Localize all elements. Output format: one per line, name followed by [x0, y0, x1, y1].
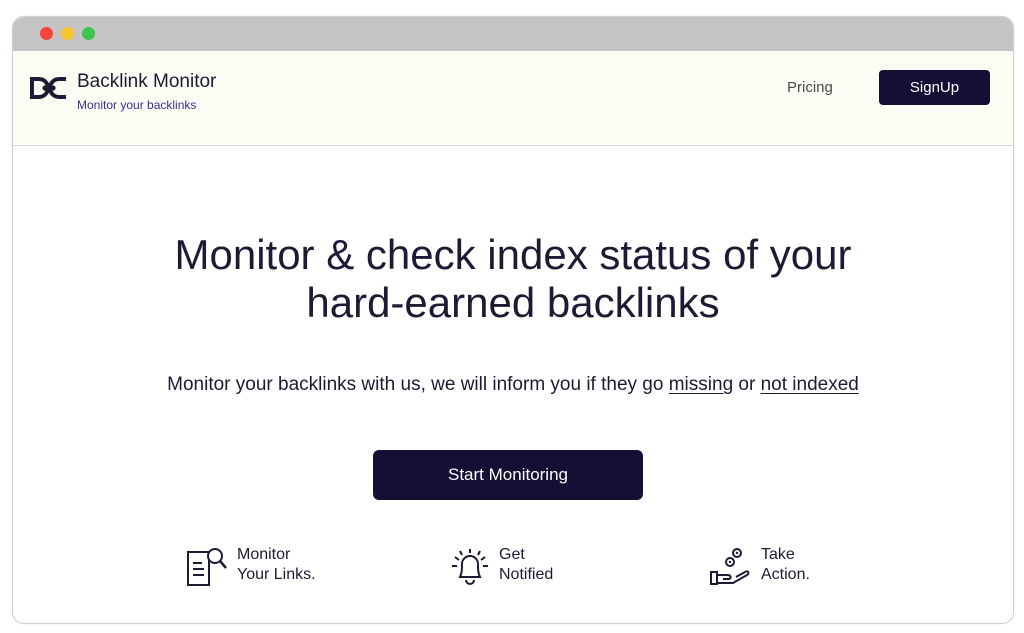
window-titlebar [13, 17, 1013, 51]
hero-title-line: hard-earned backlinks [306, 279, 720, 326]
feature-label: Get Notified [499, 545, 553, 585]
feature-label-line: Your Links. [237, 566, 316, 583]
feature-label: Monitor Your Links. [237, 545, 316, 585]
hero-title-line: Monitor & check index status of your [174, 231, 852, 278]
browser-window: Backlink Monitor Monitor your backlinks … [12, 16, 1014, 624]
feature-label-line: Get [499, 546, 525, 563]
maximize-window-button[interactable] [82, 27, 95, 40]
signup-button[interactable]: SignUp [879, 70, 990, 105]
feature-label-line: Take [761, 546, 795, 563]
chain-link-logo-icon[interactable] [30, 76, 68, 100]
subtitle-text: Monitor your backlinks with us, we will … [167, 374, 669, 395]
not-indexed-link[interactable]: not indexed [761, 374, 859, 395]
feature-label-line: Action. [761, 566, 810, 583]
brand-tagline: Monitor your backlinks [77, 98, 197, 112]
site-header: Backlink Monitor Monitor your backlinks … [13, 51, 1013, 146]
nav-link-pricing[interactable]: Pricing [787, 79, 833, 96]
document-search-icon [187, 548, 227, 586]
close-window-button[interactable] [40, 27, 53, 40]
brand-name[interactable]: Backlink Monitor [77, 71, 216, 93]
feature-label: Take Action. [761, 545, 810, 585]
start-monitoring-button[interactable]: Start Monitoring [373, 450, 643, 500]
feature-label-line: Notified [499, 566, 554, 583]
hero-subtitle: Monitor your backlinks with us, we will … [13, 374, 1013, 396]
bell-icon [452, 549, 488, 585]
hand-gears-icon [710, 548, 750, 585]
hero-title: Monitor & check index status of your har… [13, 231, 1013, 327]
minimize-window-button[interactable] [61, 27, 74, 40]
subtitle-text: or [733, 374, 761, 395]
feature-label-line: Monitor [237, 546, 291, 563]
missing-link[interactable]: missing [669, 374, 733, 395]
